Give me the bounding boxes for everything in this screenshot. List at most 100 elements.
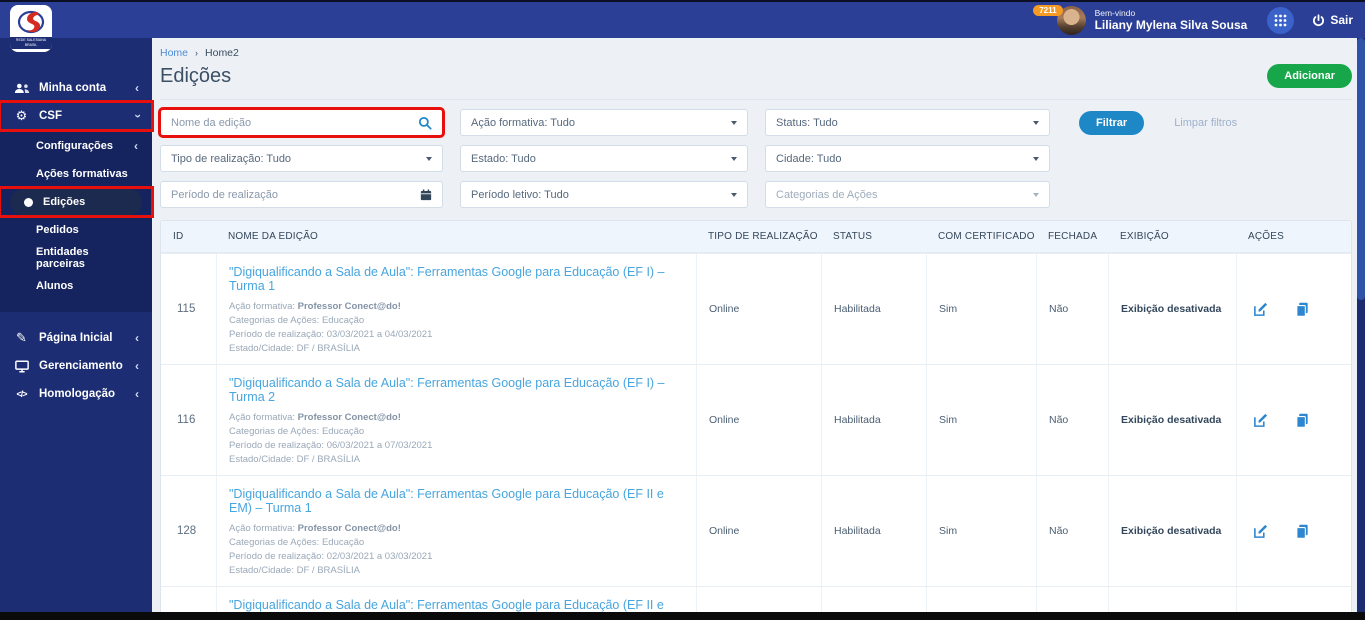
- sidebar-item-minha-conta[interactable]: Minha conta ‹: [0, 74, 152, 102]
- status-value: Habilitada: [821, 476, 926, 586]
- copy-icon[interactable]: [1295, 524, 1310, 539]
- edition-id: 116: [177, 414, 196, 426]
- status-value: Habilitada: [821, 365, 926, 475]
- periodo-realizacao-input[interactable]: [160, 181, 443, 208]
- copy-icon[interactable]: [1295, 413, 1310, 428]
- clear-filters-link[interactable]: Limpar filtros: [1174, 117, 1237, 129]
- sidebar-label: Configurações: [36, 140, 114, 152]
- chevron-left-icon: ‹: [134, 139, 138, 153]
- date-range-input[interactable]: [171, 188, 420, 201]
- caret-down-icon: [1033, 120, 1039, 125]
- table-row: 128 "Digiqualificando a Sala de Aula": F…: [161, 475, 1351, 586]
- column-header-nome: NOME DA EDIÇÃO: [228, 231, 319, 242]
- breadcrumb-current: Home2: [205, 47, 239, 59]
- sidebar-label: CSF: [39, 110, 62, 122]
- sidebar-item-gerenciamento[interactable]: Gerenciamento ‹: [0, 352, 152, 380]
- edition-name-cell: "Digiqualificando a Sala de Aula": Ferra…: [216, 254, 696, 364]
- add-button[interactable]: Adicionar: [1267, 64, 1352, 88]
- exibicao-value: Exibição desativada: [1108, 254, 1236, 364]
- edition-title-link[interactable]: "Digiqualificando a Sala de Aula": Ferra…: [229, 487, 684, 515]
- search-input[interactable]: [171, 116, 418, 129]
- estado-select[interactable]: Estado: Tudo: [460, 145, 748, 172]
- sidebar-label: Gerenciamento: [39, 360, 123, 372]
- logo-wordmark: REDE SALESIANA BRASIL: [10, 37, 52, 49]
- sidebar-item-edicoes[interactable]: Edições: [0, 186, 154, 218]
- exibicao-value: Exibição desativada: [1108, 365, 1236, 475]
- sidebar-item-entidades-parceiras[interactable]: Entidades parceiras: [0, 244, 152, 272]
- acao-formativa-select[interactable]: Ação formativa: Tudo: [460, 109, 748, 136]
- filter-actions: Filtrar Limpar filtros: [1067, 109, 1352, 136]
- power-icon: [1313, 13, 1325, 26]
- sidebar-label: Alunos: [36, 280, 74, 292]
- welcome-text: Bem-vindo: [1094, 7, 1136, 18]
- app-logo[interactable]: REDE SALESIANA BRASIL: [10, 5, 52, 52]
- code-icon: </>: [16, 389, 27, 399]
- table-row: 116 "Digiqualificando a Sala de Aula": F…: [161, 364, 1351, 475]
- sidebar-item-configuracoes[interactable]: Configurações ‹: [0, 132, 152, 160]
- pencil-icon: ✎: [16, 330, 27, 346]
- apps-grid-button[interactable]: [1267, 6, 1295, 34]
- edit-icon[interactable]: [1253, 524, 1268, 539]
- edition-name-cell: "Digiqualificando a Sala de Aula": Ferra…: [216, 476, 696, 586]
- tipo-realizacao-value: Online: [696, 365, 821, 475]
- filter-button[interactable]: Filtrar: [1079, 110, 1145, 135]
- column-header-acoes: AÇÕES: [1248, 231, 1285, 242]
- edition-id: 115: [177, 303, 196, 315]
- column-header-status: STATUS: [833, 231, 873, 242]
- chevron-left-icon: ‹: [135, 359, 139, 373]
- header-user-cluster: 7211 Bem-vindo Liliany Mylena Silva Sous…: [1033, 4, 1353, 35]
- select-value: Cidade: Tudo: [776, 152, 842, 165]
- top-header-bar: 7211 Bem-vindo Liliany Mylena Silva Sous…: [0, 2, 1365, 38]
- sidebar-item-homologacao[interactable]: </> Homologação ‹: [0, 380, 152, 408]
- edition-title-link[interactable]: "Digiqualificando a Sala de Aula": Ferra…: [229, 265, 684, 293]
- window-top-edge: [0, 0, 1365, 2]
- chevron-down-icon: ‹: [130, 114, 144, 118]
- fechada-value: Não: [1036, 587, 1108, 612]
- caret-down-icon: [731, 156, 737, 161]
- meta-periodo: Período de realização: 02/03/2021 a 03/0…: [229, 551, 433, 562]
- sidebar-item-edicoes-pill[interactable]: Edições: [10, 189, 142, 215]
- sidebar-label: Página Inicial: [39, 332, 113, 344]
- categorias-acoes-select[interactable]: Categorias de Ações: [765, 181, 1050, 208]
- calendar-icon[interactable]: [420, 189, 432, 201]
- breadcrumb-home-link[interactable]: Home: [160, 47, 188, 59]
- edition-title-link[interactable]: "Digiqualificando a Sala de Aula": Ferra…: [229, 598, 684, 612]
- sidebar-item-pedidos[interactable]: Pedidos: [0, 216, 152, 244]
- sidebar-label: Homologação: [39, 388, 116, 400]
- chevron-left-icon: ‹: [135, 81, 139, 95]
- logout-button[interactable]: Sair: [1312, 13, 1353, 27]
- column-header-id: ID: [173, 231, 184, 242]
- status-select[interactable]: Status: Tudo: [765, 109, 1050, 136]
- meta-acao-formativa: Ação formativa: Professor Conect@do!: [229, 412, 401, 423]
- search-icon[interactable]: [418, 116, 432, 130]
- edition-title-link[interactable]: "Digiqualificando a Sala de Aula": Ferra…: [229, 376, 684, 404]
- sidebar-item-csf[interactable]: ⚙ CSF ‹: [0, 100, 154, 132]
- gear-icon: ⚙: [15, 108, 28, 124]
- com-certificado-value: Sim: [926, 254, 1036, 364]
- scrollbar-thumb[interactable]: [1357, 38, 1365, 300]
- meta-periodo: Período de realização: 06/03/2021 a 07/0…: [229, 440, 433, 451]
- select-placeholder: Categorias de Ações: [776, 188, 878, 201]
- status-value: Habilitada: [821, 254, 926, 364]
- sidebar-label: Ações formativas: [36, 168, 128, 180]
- vertical-scrollbar[interactable]: [1357, 38, 1365, 612]
- cidade-select[interactable]: Cidade: Tudo: [765, 145, 1050, 172]
- copy-icon[interactable]: [1295, 302, 1310, 317]
- app-window: 7211 Bem-vindo Liliany Mylena Silva Sous…: [0, 0, 1365, 620]
- edit-icon[interactable]: [1253, 302, 1268, 317]
- breadcrumb-separator-icon: ›: [195, 48, 199, 58]
- edit-icon[interactable]: [1253, 413, 1268, 428]
- sidebar-item-acoes-formativas[interactable]: Ações formativas: [0, 160, 152, 188]
- edition-name-search[interactable]: [158, 107, 445, 138]
- tipo-realizacao-select[interactable]: Tipo de realização: Tudo: [160, 145, 443, 172]
- sidebar: Minha conta ‹ ⚙ CSF ‹ Configurações ‹ Aç…: [0, 38, 154, 612]
- sidebar-label: Pedidos: [36, 224, 79, 236]
- users-icon: [13, 83, 30, 94]
- periodo-letivo-select[interactable]: Período letivo: Tudo: [460, 181, 748, 208]
- caret-down-icon: [1033, 156, 1039, 161]
- csf-submenu: Configurações ‹ Ações formativas Edições…: [0, 130, 154, 312]
- sidebar-item-pagina-inicial[interactable]: ✎ Página Inicial ‹: [0, 324, 152, 352]
- sidebar-item-alunos[interactable]: Alunos: [0, 272, 152, 300]
- main-content: Home › Home2 Edições Adicionar Ação form…: [152, 38, 1357, 612]
- notification-badge[interactable]: 7211: [1033, 4, 1063, 16]
